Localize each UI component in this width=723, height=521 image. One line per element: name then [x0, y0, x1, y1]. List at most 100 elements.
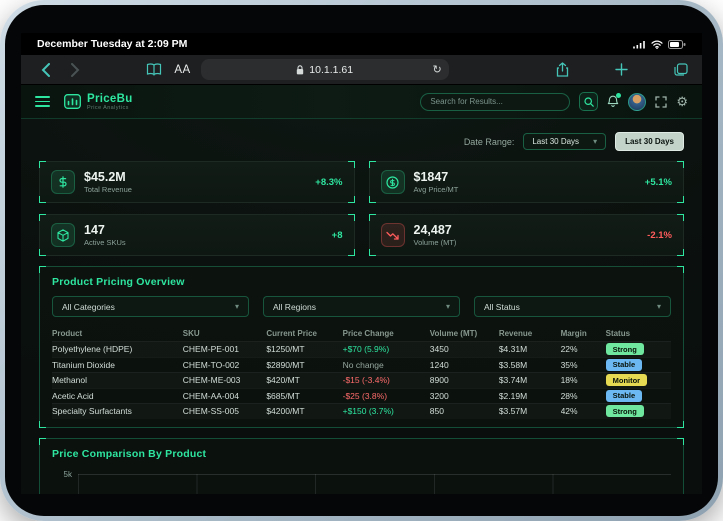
text-size-button[interactable]: AA [174, 64, 190, 76]
cell-sku: CHEM-SS-005 [182, 406, 239, 417]
col-header-price-change: Price Change [342, 329, 394, 338]
cell-revenue: $3.74M [498, 375, 528, 386]
corner-accent [39, 437, 46, 445]
col-header-product: Product [52, 329, 83, 338]
status-badge: Monitor [605, 374, 648, 387]
stat-label: Total Revenue [84, 184, 132, 194]
cell-revenue: $2.19M [498, 390, 528, 401]
col-header-sku: SKU [182, 329, 200, 338]
forward-icon[interactable] [65, 60, 85, 80]
status-badge: Stable [605, 389, 643, 402]
share-icon[interactable] [556, 62, 569, 77]
col-header-status: Status [605, 329, 631, 338]
filter-row: All Categories ▾ All Regions ▾ All Statu… [52, 296, 671, 317]
reload-icon[interactable]: ↻ [432, 63, 441, 76]
cell-product: Titanium Dioxide [52, 359, 115, 370]
battery-icon [668, 39, 686, 49]
stat-card-avg-price[interactable]: $1847 Avg Price/MT +5.1% [368, 161, 684, 203]
stat-label: Avg Price/MT [413, 184, 459, 194]
user-avatar[interactable] [628, 92, 647, 111]
brand-logo-icon [64, 94, 81, 109]
corner-accent [368, 196, 376, 203]
search-input[interactable] [420, 92, 571, 111]
fullscreen-button[interactable] [655, 95, 667, 108]
pricing-table: Product SKU Current Price Price Change V… [52, 326, 671, 419]
corner-accent [677, 161, 684, 168]
menu-icon[interactable] [35, 96, 50, 107]
web-app: PriceBu Price Analytics Search for Resul… [21, 85, 702, 494]
table-row[interactable]: Acetic Acid CHEM-AA-004 $685/MT -$25 (3.… [52, 387, 671, 404]
cell-price: $2890/MT [266, 359, 305, 370]
date-range-select[interactable]: Last 30 Days ▾ [523, 133, 607, 150]
cell-sku: CHEM-AA-004 [182, 390, 239, 401]
stat-card-total-revenue[interactable]: $45.2M Total Revenue +8.3% [39, 161, 355, 203]
cell-sku: CHEM-ME-003 [182, 375, 241, 386]
notification-dot [616, 93, 622, 98]
cell-price-change: -$15 (-3.4%) [342, 375, 390, 386]
table-row[interactable]: Specialty Surfactants CHEM-SS-005 $4200/… [52, 403, 671, 419]
cell-volume: 8900 [429, 375, 449, 386]
cell-product: Specialty Surfactants [52, 406, 132, 417]
new-tab-plus-icon[interactable] [615, 63, 628, 76]
lock-icon [296, 64, 304, 75]
cell-price: $4200/MT [266, 406, 305, 417]
chart-area: 5k [52, 470, 671, 494]
brand-name: PriceBu [87, 92, 133, 105]
stat-card-active-skus[interactable]: 147 Active SKUs +8 [39, 214, 355, 256]
cell-margin: 42% [560, 406, 578, 417]
stat-value: $45.2M [84, 170, 126, 185]
filter-categories-select[interactable]: All Categories ▾ [52, 296, 249, 317]
coin-icon [380, 170, 405, 194]
table-row[interactable]: Titanium Dioxide CHEM-TO-002 $2890/MT No… [52, 356, 671, 373]
stat-card-volume[interactable]: 24,487 Volume (MT) -2.1% [368, 214, 684, 256]
browser-toolbar: AA 10.1.1.61 ↻ [21, 55, 702, 85]
filter-regions-select[interactable]: All Regions ▾ [263, 296, 460, 317]
cell-volume: 1240 [429, 359, 449, 370]
cell-product: Methanol [52, 375, 87, 386]
cell-price: $685/MT [266, 390, 300, 401]
date-range-apply-button[interactable]: Last 30 Days [615, 132, 684, 151]
table-header-row: Product SKU Current Price Price Change V… [52, 326, 671, 341]
corner-accent [347, 196, 355, 203]
notifications-button[interactable] [607, 93, 622, 108]
filter-value: All Regions [273, 301, 316, 312]
date-range-label: Date Range: [463, 136, 515, 147]
col-header-revenue: Revenue [498, 329, 533, 338]
price-comparison-panel: Price Comparison By Product 5k [39, 437, 684, 494]
address-bar[interactable]: 10.1.1.61 ↻ [200, 59, 449, 80]
chevron-down-icon: ▾ [593, 137, 598, 146]
table-row[interactable]: Methanol CHEM-ME-003 $420/MT -$15 (-3.4%… [52, 372, 671, 388]
table-row[interactable]: Polyethylene (HDPE) CHEM-PE-001 $1250/MT… [52, 341, 671, 357]
settings-button[interactable]: ⚙ [676, 95, 688, 108]
corner-accent [677, 214, 684, 221]
corner-accent [39, 161, 46, 168]
search-button[interactable] [579, 92, 599, 111]
tabs-overview-icon[interactable] [674, 63, 688, 76]
cube-icon [51, 223, 75, 247]
filter-value: All Status [484, 301, 520, 312]
stat-label: Volume (MT) [413, 237, 457, 247]
reader-book-icon[interactable] [146, 63, 162, 76]
stat-delta: +8.3% [315, 176, 343, 188]
brand-tagline: Price Analytics [87, 104, 129, 111]
chart-title: Price Comparison By Product [52, 447, 207, 460]
corner-accent [368, 214, 376, 221]
tablet-bezel: December Tuesday at 2:09 PM AA 10.1.1.61… [5, 5, 718, 516]
stat-value: $1847 [413, 170, 449, 185]
filter-status-select[interactable]: All Status ▾ [474, 296, 671, 317]
cell-margin: 35% [560, 359, 578, 370]
chart-grid [78, 473, 671, 494]
back-icon[interactable] [35, 60, 55, 80]
screen: December Tuesday at 2:09 PM AA 10.1.1.61… [21, 33, 702, 494]
chevron-down-icon: ▾ [656, 302, 661, 311]
cell-margin: 18% [560, 375, 578, 386]
cell-volume: 3200 [429, 390, 449, 401]
cell-volume: 3450 [429, 344, 449, 355]
brand-logo[interactable]: PriceBu Price Analytics [64, 93, 133, 111]
wifi-icon [651, 40, 663, 49]
cellular-icon [633, 40, 646, 49]
corner-accent [347, 161, 355, 168]
gear-icon: ⚙ [676, 94, 688, 109]
trend-down-icon [380, 223, 405, 247]
cell-margin: 28% [560, 390, 578, 401]
